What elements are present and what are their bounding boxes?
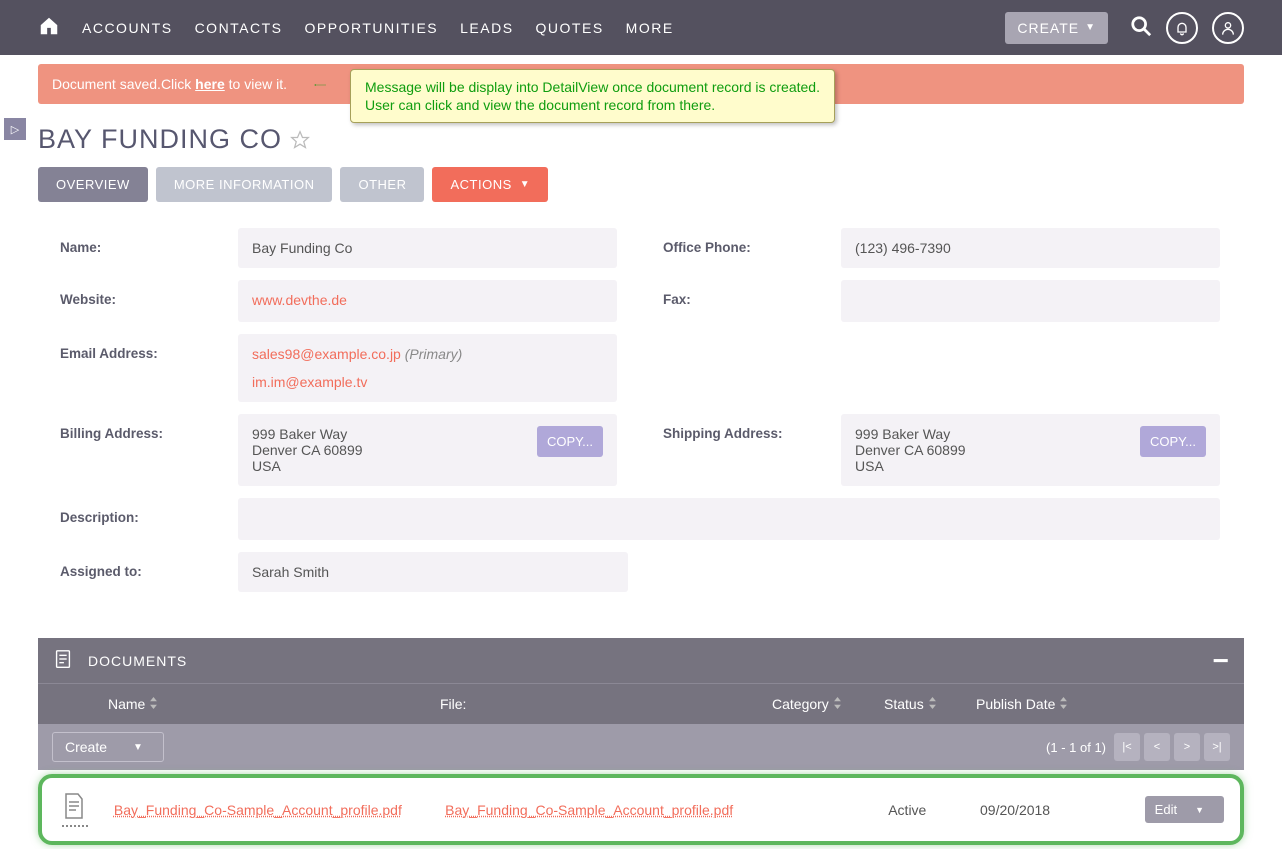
th-name[interactable]: Name xyxy=(108,696,440,712)
doc-publish-date: 09/20/2018 xyxy=(980,802,1145,818)
sort-icon xyxy=(928,696,937,712)
pager: (1 - 1 of 1) |< < > >| xyxy=(1046,733,1230,761)
favorite-star-icon[interactable] xyxy=(290,130,310,150)
edit-document-button[interactable]: Edit ▼ xyxy=(1145,796,1224,823)
alert-suffix: to view it. xyxy=(225,76,287,92)
pager-next[interactable]: > xyxy=(1174,733,1200,761)
value-name: Bay Funding Co xyxy=(238,228,617,268)
documents-panel: DOCUMENTS − Name File: Category Status P… xyxy=(38,638,1244,845)
email-primary-tag: (Primary) xyxy=(405,346,463,362)
nav-contacts[interactable]: CONTACTS xyxy=(195,20,283,36)
alert-prefix: Document saved.Click xyxy=(52,76,195,92)
value-email: sales98@example.co.jp (Primary) im.im@ex… xyxy=(238,334,617,402)
chevron-down-icon: ▼ xyxy=(1195,805,1204,815)
shipping-line3: USA xyxy=(855,458,1206,474)
label-fax: Fax: xyxy=(641,274,841,328)
sort-icon xyxy=(149,696,158,712)
note-line1: Message will be display into DetailView … xyxy=(365,78,820,96)
create-button[interactable]: CREATE ▼ xyxy=(1005,12,1108,44)
th-file: File: xyxy=(440,696,772,712)
doc-file-link[interactable]: Bay_Funding_Co-Sample_Account_profile.pd… xyxy=(445,802,733,818)
documents-create-row: Create ▼ (1 - 1 of 1) |< < > >| xyxy=(38,724,1244,770)
note-line2: User can click and view the document rec… xyxy=(365,96,820,114)
label-assigned-to: Assigned to: xyxy=(38,546,238,598)
label-name: Name: xyxy=(38,222,238,274)
nav-leads[interactable]: LEADS xyxy=(460,20,513,36)
home-icon[interactable] xyxy=(38,15,60,40)
th-category[interactable]: Category xyxy=(772,696,884,712)
doc-status: Active xyxy=(888,802,980,818)
edit-label: Edit xyxy=(1155,802,1177,817)
label-billing-address: Billing Address: xyxy=(38,408,238,492)
nav-accounts[interactable]: ACCOUNTS xyxy=(82,20,173,36)
annotation-arrow xyxy=(290,84,350,86)
th-status[interactable]: Status xyxy=(884,696,976,712)
page-title: BAY FUNDING CO xyxy=(38,124,282,155)
document-row: Bay_Funding_Co-Sample_Account_profile.pd… xyxy=(44,780,1238,839)
tab-actions[interactable]: ACTIONS ▼ xyxy=(432,167,548,202)
notifications-icon[interactable] xyxy=(1166,12,1198,44)
billing-line3: USA xyxy=(252,458,603,474)
value-fax xyxy=(841,280,1220,322)
chevron-down-icon: ▼ xyxy=(520,179,530,190)
tab-overview[interactable]: OVERVIEW xyxy=(38,167,148,202)
nav-links: ACCOUNTS CONTACTS OPPORTUNITIES LEADS QU… xyxy=(82,20,674,36)
copy-shipping-button[interactable]: COPY... xyxy=(1140,426,1206,457)
label-email: Email Address: xyxy=(38,328,238,408)
pager-first[interactable]: |< xyxy=(1114,733,1140,761)
detail-view: Name: Bay Funding Co Office Phone: (123)… xyxy=(38,202,1244,618)
sort-icon xyxy=(1059,696,1068,712)
minimize-icon[interactable]: − xyxy=(1213,656,1230,666)
alert-here-link[interactable]: here xyxy=(195,76,225,92)
chevron-down-icon: ▼ xyxy=(1085,22,1096,33)
value-billing-address: 999 Baker Way Denver CA 60899 USA COPY..… xyxy=(238,414,617,486)
documents-title: DOCUMENTS xyxy=(88,653,187,669)
label-shipping-address: Shipping Address: xyxy=(641,408,841,492)
chevron-down-icon: ▼ xyxy=(133,742,143,753)
tab-other[interactable]: OTHER xyxy=(340,167,424,202)
nav-opportunities[interactable]: OPPORTUNITIES xyxy=(305,20,439,36)
th-publish-date[interactable]: Publish Date xyxy=(976,696,1230,712)
create-document-label: Create xyxy=(65,739,107,755)
top-nav: ACCOUNTS CONTACTS OPPORTUNITIES LEADS QU… xyxy=(0,0,1282,55)
detail-tabs: OVERVIEW MORE INFORMATION OTHER ACTIONS … xyxy=(38,167,1244,202)
create-label: CREATE xyxy=(1017,20,1079,36)
user-icon[interactable] xyxy=(1212,12,1244,44)
label-website: Website: xyxy=(38,274,238,328)
email-2[interactable]: im.im@example.tv xyxy=(252,374,367,390)
label-description: Description: xyxy=(38,492,238,546)
documents-table-header: Name File: Category Status Publish Date xyxy=(38,683,1244,724)
tab-more-information[interactable]: MORE INFORMATION xyxy=(156,167,333,202)
copy-billing-button[interactable]: COPY... xyxy=(537,426,603,457)
value-shipping-address: 999 Baker Way Denver CA 60899 USA COPY..… xyxy=(841,414,1220,486)
value-assigned-to: Sarah Smith xyxy=(238,552,628,592)
value-office-phone: (123) 496-7390 xyxy=(841,228,1220,268)
documents-panel-header: DOCUMENTS − xyxy=(38,638,1244,683)
doc-name-link[interactable]: Bay_Funding_Co-Sample_Account_profile.pd… xyxy=(114,802,402,818)
document-file-icon xyxy=(62,792,114,827)
label-office-phone: Office Phone: xyxy=(641,222,841,274)
pager-count: (1 - 1 of 1) xyxy=(1046,740,1106,755)
documents-icon xyxy=(52,648,74,673)
search-icon[interactable] xyxy=(1130,15,1152,40)
tab-actions-label: ACTIONS xyxy=(450,177,511,192)
nav-quotes[interactable]: QUOTES xyxy=(536,20,604,36)
value-website[interactable]: www.devthe.de xyxy=(238,280,617,322)
sidebar-toggle[interactable]: ▷ xyxy=(4,118,26,140)
pager-prev[interactable]: < xyxy=(1144,733,1170,761)
value-description xyxy=(238,498,1220,540)
create-document-button[interactable]: Create ▼ xyxy=(52,732,164,762)
email-1[interactable]: sales98@example.co.jp xyxy=(252,346,401,362)
highlighted-row: Bay_Funding_Co-Sample_Account_profile.pd… xyxy=(38,774,1244,845)
annotation-note: Message will be display into DetailView … xyxy=(350,69,835,123)
pager-last[interactable]: >| xyxy=(1204,733,1230,761)
sort-icon xyxy=(833,696,842,712)
nav-more[interactable]: MORE xyxy=(626,20,674,36)
